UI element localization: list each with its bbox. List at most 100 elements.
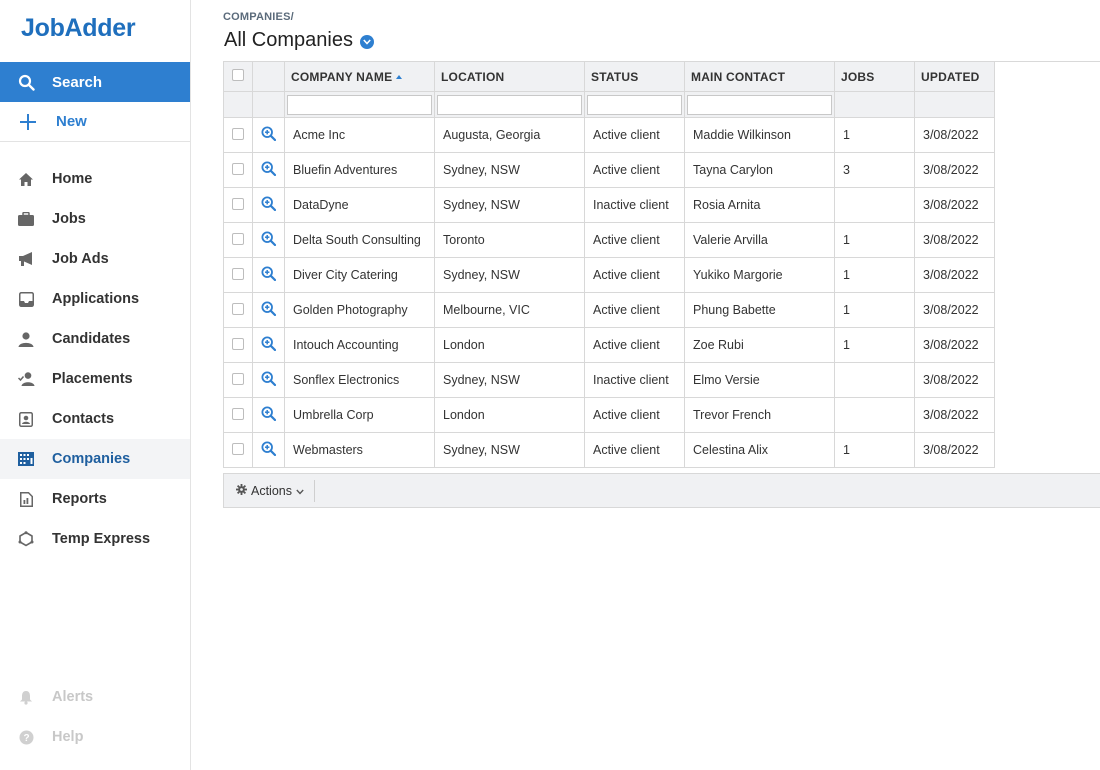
table-row[interactable]: Diver City Catering Sydney, NSW Active cli… — [223, 257, 995, 293]
search-button[interactable]: Search — [0, 62, 190, 102]
sidebar-item-reports[interactable]: Reports — [0, 479, 190, 519]
main-contact-cell[interactable]: Yukiko Margorie — [684, 257, 835, 293]
zoom-in-icon[interactable] — [261, 161, 277, 179]
column-header-updated[interactable]: UPDATED — [914, 61, 995, 92]
main-contact-cell[interactable]: Trevor French — [684, 397, 835, 433]
sidebar-item-label: Applications — [52, 291, 140, 307]
table-row[interactable]: Intouch Accounting London Active client Zoe… — [223, 327, 995, 363]
table-row[interactable]: Sonflex Electronics Sydney, NSW Inactive c… — [223, 362, 995, 398]
zoom-in-icon[interactable] — [261, 301, 277, 319]
contact-card-icon — [0, 411, 52, 427]
sidebar-item-alerts[interactable]: Alerts — [0, 677, 190, 717]
row-checkbox[interactable] — [232, 372, 244, 385]
main-nav: Home Jobs Job Ads Applications Candidate… — [0, 159, 190, 559]
row-checkbox[interactable] — [232, 162, 244, 175]
company-name-cell[interactable]: Bluefin Adventures — [284, 152, 435, 188]
chevron-down-icon[interactable] — [359, 34, 374, 49]
column-header-company-name[interactable]: COMPANY NAME — [284, 61, 435, 92]
sidebar-item-help[interactable]: ? Help — [0, 717, 190, 757]
zoom-in-icon[interactable] — [261, 406, 277, 424]
main-contact-cell[interactable]: Elmo Versie — [684, 362, 835, 398]
sidebar-item-label: Reports — [52, 491, 107, 507]
location-filter-input[interactable] — [437, 94, 582, 115]
column-header-location[interactable]: LOCATION — [434, 61, 585, 92]
main-contact-cell[interactable]: Phung Babette — [684, 292, 835, 328]
main-contact-cell[interactable]: Celestina Alix — [684, 432, 835, 468]
actions-button[interactable]: Actions — [224, 479, 315, 502]
new-button[interactable]: New — [0, 102, 190, 142]
sidebar-item-applications[interactable]: Applications — [0, 279, 190, 319]
status-filter-input[interactable] — [587, 94, 682, 115]
table-row[interactable]: DataDyne Sydney, NSW Inactive client Rosia … — [223, 187, 995, 223]
zoom-in-icon[interactable] — [261, 126, 277, 144]
sidebar-item-contacts[interactable]: Contacts — [0, 399, 190, 439]
row-checkbox[interactable] — [232, 407, 244, 420]
zoom-in-icon[interactable] — [261, 336, 277, 354]
company-name-filter-input[interactable] — [287, 94, 432, 115]
sidebar-item-home[interactable]: Home — [0, 159, 190, 199]
row-checkbox[interactable] — [232, 302, 244, 315]
main-contact-cell[interactable]: Valerie Arvilla — [684, 222, 835, 258]
status-cell: Active client — [584, 327, 685, 363]
jobs-cell: 1 — [834, 327, 915, 363]
row-checkbox[interactable] — [232, 337, 244, 350]
sidebar-item-companies[interactable]: Companies — [0, 439, 190, 479]
status-cell: Active client — [584, 257, 685, 293]
main-contact-cell[interactable]: Rosia Arnita — [684, 187, 835, 223]
sidebar-item-candidates[interactable]: Candidates — [0, 319, 190, 359]
location-cell: Sydney, NSW — [434, 432, 585, 468]
select-all-checkbox[interactable] — [232, 69, 244, 81]
column-header-status[interactable]: STATUS — [584, 61, 685, 92]
zoom-in-icon[interactable] — [261, 196, 277, 214]
company-name-cell[interactable]: Diver City Catering — [284, 257, 435, 293]
sidebar-item-jobs[interactable]: Jobs — [0, 199, 190, 239]
jobs-cell: 1 — [834, 432, 915, 468]
row-preview-cell — [252, 187, 285, 223]
column-header-jobs[interactable]: JOBS — [834, 61, 915, 92]
zoom-in-icon[interactable] — [261, 231, 277, 249]
table-row[interactable]: Umbrella Corp London Active client Trevor F… — [223, 397, 995, 433]
company-name-cell[interactable]: Umbrella Corp — [284, 397, 435, 433]
breadcrumb[interactable]: COMPANIES/ — [223, 11, 294, 23]
chevron-down-icon — [296, 484, 304, 498]
location-cell: Sydney, NSW — [434, 257, 585, 293]
main-contact-cell[interactable]: Maddie Wilkinson — [684, 117, 835, 153]
table-row[interactable]: Golden Photography Melbourne, VIC Active c… — [223, 292, 995, 328]
sidebar-item-placements[interactable]: Placements — [0, 359, 190, 399]
main-contact-filter-input[interactable] — [687, 94, 832, 115]
table-row[interactable]: Webmasters Sydney, NSW Active client Celest… — [223, 432, 995, 468]
row-checkbox[interactable] — [232, 267, 244, 280]
zoom-in-icon[interactable] — [261, 371, 277, 389]
table-row[interactable]: Delta South Consulting Toronto Active clie… — [223, 222, 995, 258]
sidebar-item-temp-express[interactable]: Temp Express — [0, 519, 190, 559]
person-icon — [0, 331, 52, 347]
zoom-in-icon[interactable] — [261, 266, 277, 284]
company-name-cell[interactable]: Golden Photography — [284, 292, 435, 328]
company-name-cell[interactable]: Intouch Accounting — [284, 327, 435, 363]
table-row[interactable]: Bluefin Adventures Sydney, NSW Active clie… — [223, 152, 995, 188]
company-name-cell[interactable]: Delta South Consulting — [284, 222, 435, 258]
zoom-in-icon[interactable] — [261, 441, 277, 459]
sidebar-item-job-ads[interactable]: Job Ads — [0, 239, 190, 279]
jobadder-logo[interactable]: JobAdder — [21, 14, 136, 43]
column-header-main-contact[interactable]: MAIN CONTACT — [684, 61, 835, 92]
filter-cell — [914, 91, 995, 118]
status-cell: Active client — [584, 117, 685, 153]
new-label: New — [56, 113, 87, 130]
main-contact-cell[interactable]: Tayna Carylon — [684, 152, 835, 188]
company-name-cell[interactable]: DataDyne — [284, 187, 435, 223]
table-row[interactable]: Acme Inc Augusta, Georgia Active client Mad… — [223, 117, 995, 153]
company-name-cell[interactable]: Webmasters — [284, 432, 435, 468]
row-checkbox[interactable] — [232, 442, 244, 455]
row-checkbox[interactable] — [232, 232, 244, 245]
plus-icon — [0, 113, 56, 131]
updated-cell: 3/08/2022 — [914, 327, 995, 363]
megaphone-icon — [0, 252, 52, 266]
company-name-cell[interactable]: Acme Inc — [284, 117, 435, 153]
status-cell: Active client — [584, 292, 685, 328]
row-checkbox[interactable] — [232, 197, 244, 210]
page-title[interactable]: All Companies — [224, 29, 374, 52]
main-contact-cell[interactable]: Zoe Rubi — [684, 327, 835, 363]
row-checkbox[interactable] — [232, 127, 244, 140]
company-name-cell[interactable]: Sonflex Electronics — [284, 362, 435, 398]
